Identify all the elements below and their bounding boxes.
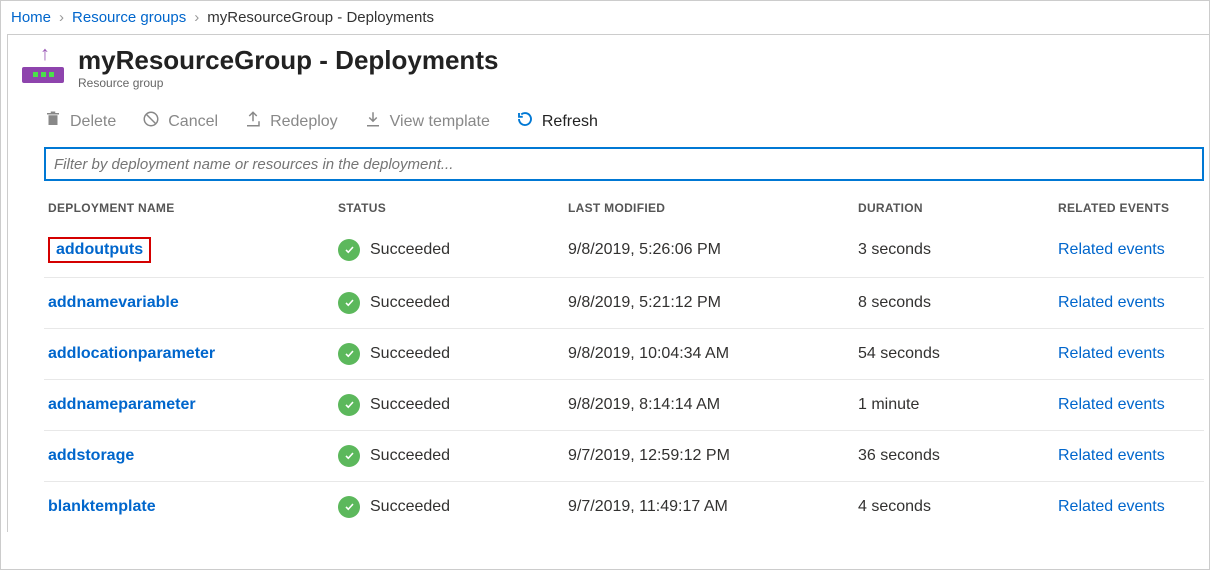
col-header-name[interactable]: DEPLOYMENT NAME — [44, 193, 334, 223]
breadcrumb-current: myResourceGroup - Deployments — [207, 9, 434, 26]
success-icon — [338, 496, 360, 518]
deployment-link[interactable]: addstorage — [48, 447, 134, 464]
col-header-status[interactable]: STATUS — [334, 193, 564, 223]
view-template-label: View template — [390, 113, 490, 131]
breadcrumb-resource-groups[interactable]: Resource groups — [72, 9, 186, 26]
status-text: Succeeded — [370, 447, 450, 465]
modified-text: 9/7/2019, 11:49:17 AM — [564, 482, 854, 533]
redeploy-label: Redeploy — [270, 113, 338, 131]
deployments-table: DEPLOYMENT NAME STATUS LAST MODIFIED DUR… — [44, 193, 1204, 532]
modified-text: 9/8/2019, 8:14:14 AM — [564, 380, 854, 431]
modified-text: 9/8/2019, 10:04:34 AM — [564, 329, 854, 380]
table-row: addnameparameter Succeeded 9/8/2019, 8:14:… — [44, 380, 1204, 431]
table-row: addnamevariable Succeeded 9/8/2019, 5:21:1… — [44, 278, 1204, 329]
deployment-link[interactable]: addlocationparameter — [48, 345, 215, 362]
deployment-link[interactable]: blanktemplate — [48, 498, 156, 515]
success-icon — [338, 445, 360, 467]
col-header-modified[interactable]: LAST MODIFIED — [564, 193, 854, 223]
deployment-link[interactable]: addnameparameter — [48, 396, 196, 413]
duration-text: 1 minute — [854, 380, 1054, 431]
chevron-right-icon: › — [59, 9, 64, 26]
page-subtitle: Resource group — [78, 76, 498, 90]
cancel-icon — [142, 110, 160, 133]
col-header-duration[interactable]: DURATION — [854, 193, 1054, 223]
status-text: Succeeded — [370, 498, 450, 516]
duration-text: 8 seconds — [854, 278, 1054, 329]
refresh-label: Refresh — [542, 113, 598, 131]
blade-header: ↑ myResourceGroup - Deployments Resource… — [8, 35, 1209, 96]
delete-button[interactable]: Delete — [44, 110, 116, 133]
view-template-button[interactable]: View template — [364, 110, 490, 133]
resource-group-icon: ↑ — [22, 53, 64, 83]
status-text: Succeeded — [370, 294, 450, 312]
success-icon — [338, 394, 360, 416]
cancel-button[interactable]: Cancel — [142, 110, 218, 133]
cancel-label: Cancel — [168, 113, 218, 131]
related-events-link[interactable]: Related events — [1058, 294, 1165, 311]
breadcrumb: Home › Resource groups › myResourceGroup… — [1, 1, 1209, 32]
deployment-link[interactable]: addnamevariable — [48, 294, 179, 311]
duration-text: 36 seconds — [854, 431, 1054, 482]
delete-label: Delete — [70, 113, 116, 131]
duration-text: 54 seconds — [854, 329, 1054, 380]
success-icon — [338, 292, 360, 314]
refresh-button[interactable]: Refresh — [516, 110, 598, 133]
page-title: myResourceGroup - Deployments — [78, 45, 498, 76]
related-events-link[interactable]: Related events — [1058, 241, 1165, 258]
refresh-icon — [516, 110, 534, 133]
deployment-link[interactable]: addoutputs — [48, 237, 151, 263]
breadcrumb-home[interactable]: Home — [11, 9, 51, 26]
modified-text: 9/8/2019, 5:26:06 PM — [564, 223, 854, 278]
status-text: Succeeded — [370, 345, 450, 363]
related-events-link[interactable]: Related events — [1058, 498, 1165, 515]
table-row: addoutputs Succeeded 9/8/2019, 5:26:06 PM3… — [44, 223, 1204, 278]
modified-text: 9/8/2019, 5:21:12 PM — [564, 278, 854, 329]
table-row: addstorage Succeeded 9/7/2019, 12:59:12 PM… — [44, 431, 1204, 482]
related-events-link[interactable]: Related events — [1058, 396, 1165, 413]
modified-text: 9/7/2019, 12:59:12 PM — [564, 431, 854, 482]
success-icon — [338, 343, 360, 365]
filter-input[interactable] — [44, 147, 1204, 181]
status-text: Succeeded — [370, 241, 450, 259]
col-header-related[interactable]: RELATED EVENTS — [1054, 193, 1204, 223]
chevron-right-icon: › — [194, 9, 199, 26]
table-row: addlocationparameter Succeeded 9/8/2019, 1… — [44, 329, 1204, 380]
redeploy-button[interactable]: Redeploy — [244, 110, 338, 133]
related-events-link[interactable]: Related events — [1058, 447, 1165, 464]
trash-icon — [44, 110, 62, 133]
upload-icon — [244, 110, 262, 133]
duration-text: 4 seconds — [854, 482, 1054, 533]
related-events-link[interactable]: Related events — [1058, 345, 1165, 362]
duration-text: 3 seconds — [854, 223, 1054, 278]
table-row: blanktemplate Succeeded 9/7/2019, 11:49:17… — [44, 482, 1204, 533]
download-icon — [364, 110, 382, 133]
toolbar: Delete Cancel Redeploy View template Ref… — [8, 96, 1209, 147]
status-text: Succeeded — [370, 396, 450, 414]
success-icon — [338, 239, 360, 261]
